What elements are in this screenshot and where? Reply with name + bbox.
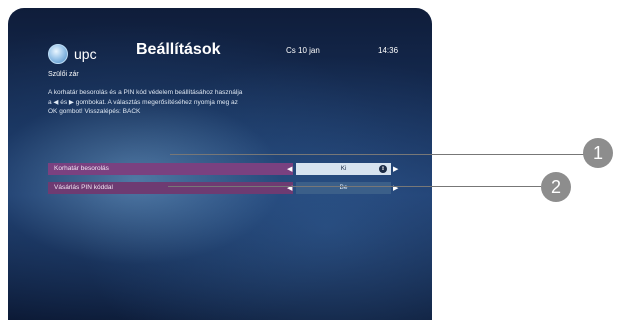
right-arrow-icon[interactable]: ▶	[393, 164, 398, 174]
time-label: 14:36	[378, 46, 399, 55]
description: A korhatár besorolás és a PIN kód védele…	[48, 88, 398, 117]
callout-line-1	[170, 154, 590, 155]
setting-value: Ki	[340, 165, 347, 172]
left-arrow-icon[interactable]: ◀	[287, 183, 292, 193]
screen-title: Beállítások	[136, 41, 221, 58]
up-down-spinner-icon[interactable]: ⇕	[379, 165, 387, 173]
setting-row-purchase-pin[interactable]: Vásárlás PIN kóddal ◀ Be ▶	[48, 182, 406, 194]
setting-label: Vásárlás PIN kóddal	[48, 182, 293, 194]
setting-row-age-rating[interactable]: Korhatár besorolás ◀ Ki ⇕ ▶	[48, 163, 406, 175]
description-line: a ◀ és ▶ gombokat. A választás megerősít…	[48, 98, 238, 106]
description-line: A korhatár besorolás és a PIN kód védele…	[48, 89, 243, 96]
setting-value-selector[interactable]: Ki ⇕	[296, 163, 391, 175]
setting-value-selector[interactable]: Be	[296, 182, 391, 194]
logo-text: upc	[74, 46, 97, 62]
upc-logo: upc	[48, 44, 97, 64]
setting-label: Korhatár besorolás	[48, 163, 293, 175]
upc-logo-icon	[48, 44, 68, 64]
right-arrow-icon[interactable]: ▶	[393, 183, 398, 193]
tv-screen: upc Beállítások Cs 10 jan 14:36 Szülői z…	[8, 8, 432, 320]
left-arrow-icon[interactable]: ◀	[287, 164, 292, 174]
callout-number-1: 1	[583, 138, 613, 168]
date-label: Cs 10 jan	[286, 46, 320, 55]
callout-number-2: 2	[541, 172, 571, 202]
section-title: Szülői zár	[48, 71, 79, 78]
description-line: OK gombot! Visszalépés: BACK	[48, 108, 141, 115]
callout-line-2	[168, 186, 541, 187]
